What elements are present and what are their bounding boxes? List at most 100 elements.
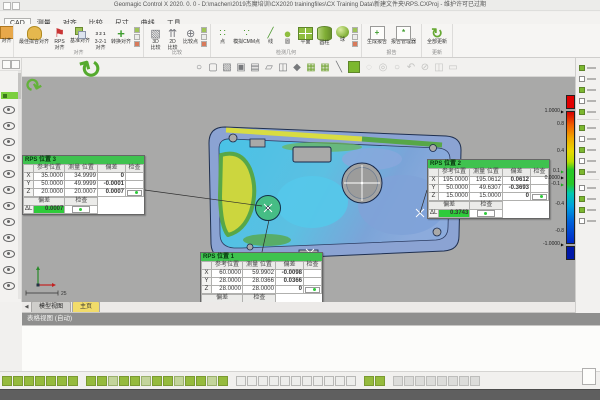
tab-home[interactable]: 主页 <box>72 301 100 312</box>
collapse-panel-button[interactable] <box>2 60 11 69</box>
bottom-toolbar-icon[interactable] <box>13 376 23 386</box>
measure-line-icon[interactable]: ╲ <box>332 60 346 75</box>
bottom-toolbar-icon[interactable] <box>291 376 301 386</box>
bottom-toolbar-icon[interactable] <box>364 376 374 386</box>
bottom-toolbar-icon[interactable] <box>258 376 268 386</box>
pan-view-icon[interactable]: ◎ <box>376 60 390 75</box>
ribbon-button[interactable]: 平面 <box>296 26 315 46</box>
eye-icon[interactable] <box>3 154 15 162</box>
ribbon-button[interactable]: 圆柱 <box>315 26 334 47</box>
bottom-toolbar-icon[interactable] <box>97 376 107 386</box>
ribbon-button[interactable]: ⚑RPS对齐 <box>51 26 68 51</box>
bottom-toolbar-icon[interactable] <box>280 376 290 386</box>
ribbon-button[interactable]: ⊕比较点 <box>181 26 200 46</box>
rps-table[interactable]: RPS 位置 2参考位置测量 位置偏差检查X195.0000195.06120.… <box>427 159 550 219</box>
page-icon[interactable]: ▱ <box>262 60 276 75</box>
tree-selected-item[interactable] <box>1 92 19 99</box>
print-icon[interactable]: ▤ <box>248 60 262 75</box>
bottom-toolbar-icon[interactable] <box>346 376 356 386</box>
bottom-toolbar-icon[interactable] <box>196 376 206 386</box>
tree-item[interactable] <box>0 262 18 278</box>
checkbox-icon[interactable] <box>579 185 585 191</box>
right-panel-item[interactable] <box>576 84 600 95</box>
left-panel-scrollbar[interactable] <box>18 71 21 299</box>
select-box-icon[interactable]: ▢ <box>206 60 220 75</box>
color-swatch-icon[interactable] <box>348 61 360 73</box>
mini-panel[interactable] <box>582 368 596 385</box>
ribbon-button[interactable]: +生成报告 <box>365 26 389 46</box>
checkbox-icon[interactable] <box>579 87 585 93</box>
view-cube-icon[interactable]: ▧ <box>220 60 234 75</box>
tree-item[interactable] <box>0 246 18 262</box>
checkbox-icon[interactable] <box>579 147 585 153</box>
eye-icon[interactable] <box>3 218 15 226</box>
tree-item[interactable] <box>0 214 18 230</box>
bottom-toolbar-icon[interactable] <box>68 376 78 386</box>
eye-icon[interactable] <box>3 106 15 114</box>
ribbon-button[interactable]: +转换对齐 <box>109 26 133 46</box>
checkbox-icon[interactable] <box>579 158 585 164</box>
tab-model-view[interactable]: 模型视图 <box>31 301 71 312</box>
eye-icon[interactable] <box>3 202 15 210</box>
bottom-toolbar-icon[interactable] <box>163 376 173 386</box>
bottom-toolbar-icon[interactable] <box>302 376 312 386</box>
right-panel-item[interactable] <box>576 95 600 106</box>
bottom-toolbar-icon[interactable] <box>119 376 129 386</box>
eye-icon[interactable] <box>3 138 15 146</box>
right-panel-item[interactable] <box>576 122 600 133</box>
right-panel-item[interactable] <box>576 182 600 193</box>
table-view-header[interactable]: 表格视图 (自动) <box>22 313 600 325</box>
bottom-toolbar-icon[interactable] <box>57 376 67 386</box>
bottom-toolbar-icon[interactable] <box>35 376 45 386</box>
bottom-toolbar-icon[interactable] <box>404 376 414 386</box>
tree-item[interactable] <box>0 166 18 182</box>
mini-icon[interactable] <box>352 41 358 47</box>
bottom-toolbar-icon[interactable] <box>324 376 334 386</box>
undo-view-icon[interactable]: ↶ <box>404 60 418 75</box>
bottom-toolbar-icon[interactable] <box>375 376 385 386</box>
checkbox-icon[interactable] <box>579 98 585 104</box>
tree-item[interactable] <box>0 102 18 118</box>
section-view-icon[interactable]: ◫ <box>432 60 446 75</box>
quick-access-icon[interactable] <box>12 2 20 10</box>
bottom-toolbar-icon[interactable] <box>130 376 140 386</box>
ribbon-button[interactable]: *报告管理器 <box>389 26 418 46</box>
eye-icon[interactable] <box>3 266 15 274</box>
right-panel-item[interactable] <box>576 144 600 155</box>
bottom-toolbar-icon[interactable] <box>86 376 96 386</box>
ribbon-button[interactable]: ↻全部更新 <box>425 26 449 46</box>
eye-icon[interactable] <box>3 170 15 178</box>
select-circle-icon[interactable]: ○ <box>192 60 206 75</box>
rotate-view-icon[interactable]: ◌ <box>362 60 376 75</box>
bottom-toolbar-icon[interactable] <box>108 376 118 386</box>
bottom-toolbar-icon[interactable] <box>46 376 56 386</box>
tree-item[interactable] <box>0 118 18 134</box>
snapshot-icon[interactable]: ▣ <box>234 60 248 75</box>
zoom-view-icon[interactable]: ○ <box>390 60 404 75</box>
bottom-toolbar-icon[interactable] <box>236 376 246 386</box>
bottom-toolbar-icon[interactable] <box>24 376 34 386</box>
tree-item[interactable] <box>0 150 18 166</box>
tree-item[interactable] <box>0 198 18 214</box>
checkbox-icon[interactable] <box>579 196 585 202</box>
viewport-canvas[interactable]: 25 RPS 位置 3参考位置测量 位置偏差检查X35.000034.99990… <box>22 77 575 302</box>
mini-icon[interactable] <box>352 34 358 40</box>
checkbox-icon[interactable] <box>579 207 585 213</box>
right-panel-item[interactable] <box>576 166 600 177</box>
ribbon-button[interactable]: 球 <box>334 26 351 44</box>
right-panel-item[interactable] <box>576 193 600 204</box>
eye-icon[interactable] <box>3 234 15 242</box>
mini-icon[interactable] <box>352 27 358 33</box>
eye-icon[interactable] <box>3 122 15 130</box>
part-model[interactable] <box>209 127 461 261</box>
mini-icon[interactable] <box>134 34 140 40</box>
bottom-toolbar-icon[interactable] <box>393 376 403 386</box>
checkbox-icon[interactable] <box>579 76 585 82</box>
eye-icon[interactable] <box>3 282 15 290</box>
checkbox-icon[interactable] <box>579 169 585 175</box>
bottom-toolbar-icon[interactable] <box>415 376 425 386</box>
ribbon-button[interactable]: ∵模拟CMM点 <box>231 26 262 46</box>
bottom-toolbar-icon[interactable] <box>218 376 228 386</box>
bottom-toolbar-icon[interactable] <box>141 376 151 386</box>
right-panel-item[interactable] <box>576 133 600 144</box>
